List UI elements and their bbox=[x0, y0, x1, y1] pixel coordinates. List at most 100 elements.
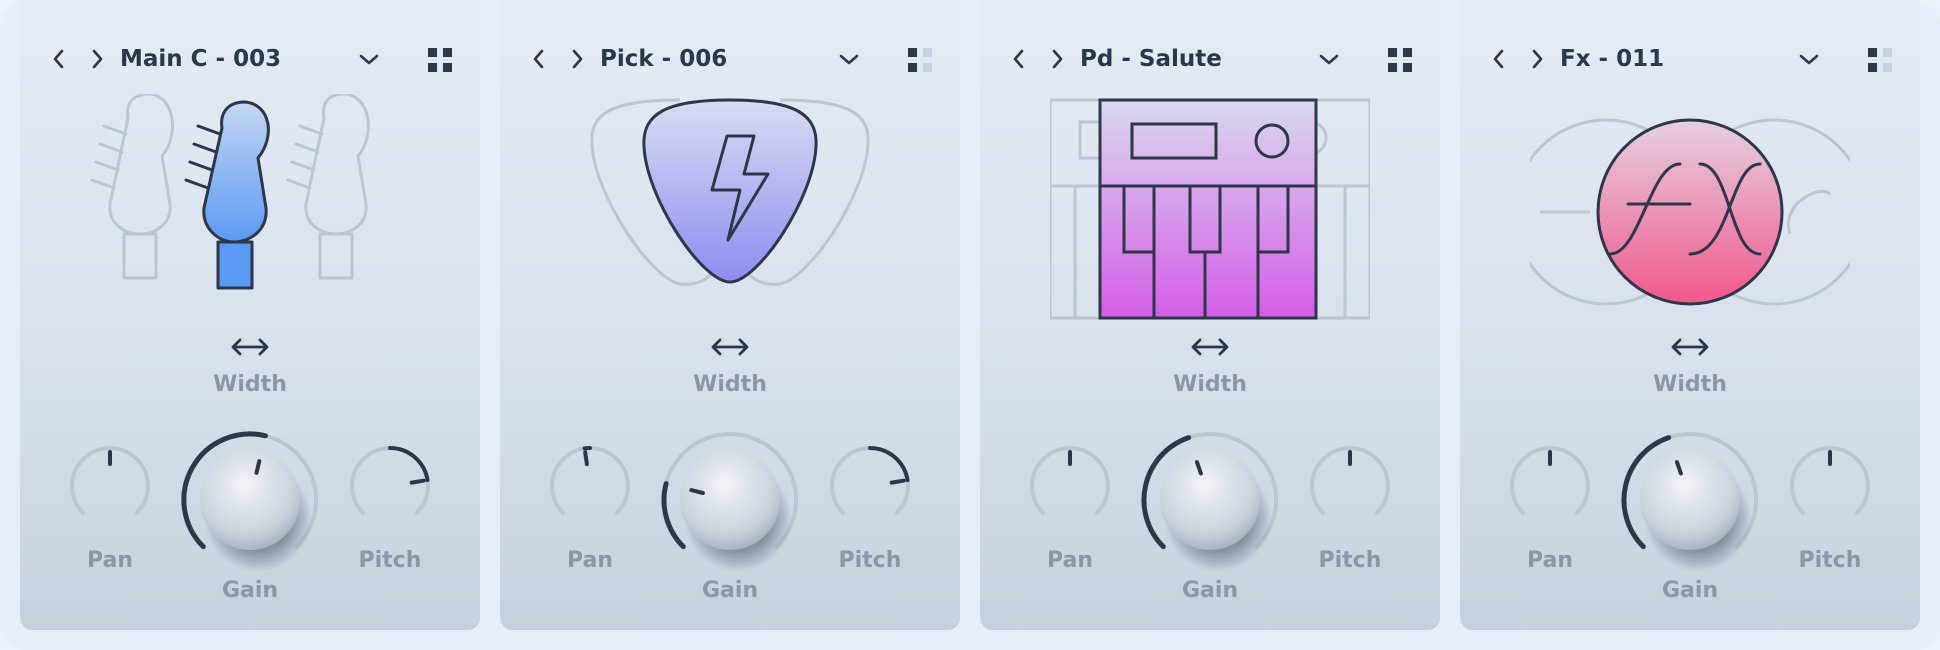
preset-dropdown-button[interactable] bbox=[354, 44, 384, 74]
pan-label: Pan bbox=[1526, 548, 1574, 573]
knob-dial-icon bbox=[1030, 446, 1110, 515]
next-preset-button[interactable] bbox=[1522, 44, 1552, 74]
instrument-panel-4: Fx - 011 Width Pan Gain Pitch bbox=[1460, 0, 1920, 630]
gain-dial-icon bbox=[1621, 432, 1758, 572]
gain-label: Gain bbox=[1181, 578, 1239, 603]
instrument-panel-1: Main C - 003 Width Pan Gain Pitch bbox=[20, 0, 480, 630]
chevron-left-icon bbox=[533, 49, 544, 69]
instrument-panels: Main C - 003 Width Pan Gain Pitch Pick -… bbox=[20, 0, 1920, 630]
pitch-knob[interactable] bbox=[1780, 436, 1880, 536]
width-control[interactable]: Width bbox=[200, 334, 300, 404]
pan-label: Pan bbox=[1046, 548, 1094, 573]
preset-name[interactable]: Pd - Salute bbox=[1080, 44, 1222, 74]
grid-view-button[interactable] bbox=[1386, 46, 1414, 74]
pan-label: Pan bbox=[566, 548, 614, 573]
width-label: Width bbox=[693, 372, 767, 397]
grid-view-button[interactable] bbox=[426, 46, 454, 74]
next-preset-button[interactable] bbox=[562, 44, 592, 74]
next-preset-button[interactable] bbox=[82, 44, 112, 74]
grid-view-button[interactable] bbox=[906, 46, 934, 74]
width-arrows-icon bbox=[1191, 338, 1229, 356]
pitch-label: Pitch bbox=[1798, 548, 1862, 573]
prev-preset-button[interactable] bbox=[1484, 44, 1514, 74]
pitch-knob[interactable] bbox=[1300, 436, 1400, 536]
pan-knob[interactable] bbox=[60, 436, 160, 536]
gain-dial-icon bbox=[181, 431, 318, 572]
preset-name[interactable]: Pick - 006 bbox=[600, 44, 727, 74]
pan-knob[interactable] bbox=[1500, 436, 1600, 536]
width-arrows-icon bbox=[231, 338, 269, 356]
chevron-down-icon bbox=[359, 54, 379, 65]
pan-knob[interactable] bbox=[540, 436, 640, 536]
pan-label: Pan bbox=[86, 548, 134, 573]
pitch-label: Pitch bbox=[1318, 548, 1382, 573]
instrument-panel-3: Pd - Salute Width Pan Gain Pitch bbox=[980, 0, 1440, 630]
gain-label: Gain bbox=[221, 578, 279, 603]
panel-header: Main C - 003 bbox=[20, 38, 480, 80]
next-preset-button[interactable] bbox=[1042, 44, 1072, 74]
gain-knob[interactable] bbox=[1610, 420, 1770, 580]
gain-dial-icon bbox=[1141, 432, 1278, 572]
knob-dial-icon bbox=[350, 446, 430, 515]
sampler-app: Main C - 003 Width Pan Gain Pitch Pick -… bbox=[0, 0, 1940, 650]
width-label: Width bbox=[1653, 372, 1727, 397]
chevron-left-icon bbox=[1493, 49, 1504, 69]
chevron-right-icon bbox=[572, 49, 583, 69]
chevron-right-icon bbox=[92, 49, 103, 69]
grid-icon bbox=[1388, 48, 1412, 72]
grid-icon bbox=[428, 48, 452, 72]
knob-dial-icon bbox=[1790, 446, 1870, 515]
chevron-left-icon bbox=[1013, 49, 1024, 69]
chevron-down-icon bbox=[1319, 54, 1339, 65]
pitch-knob[interactable] bbox=[820, 436, 920, 536]
preset-name[interactable]: Main C - 003 bbox=[120, 44, 281, 74]
width-control[interactable]: Width bbox=[680, 334, 780, 404]
knob-dial-icon bbox=[830, 446, 910, 515]
knob-dial-icon bbox=[550, 446, 630, 515]
chevron-down-icon bbox=[839, 54, 859, 65]
grid-view-button[interactable] bbox=[1866, 46, 1894, 74]
fx-effect-icon bbox=[1512, 118, 1868, 306]
width-arrows-icon bbox=[711, 338, 749, 356]
prev-preset-button[interactable] bbox=[44, 44, 74, 74]
gain-knob[interactable] bbox=[650, 420, 810, 580]
instrument-illustration bbox=[90, 92, 410, 324]
panel-header: Pick - 006 bbox=[500, 38, 960, 80]
knob-dial-icon bbox=[1310, 446, 1390, 515]
grid-icon bbox=[1868, 48, 1892, 72]
gain-label: Gain bbox=[1661, 578, 1719, 603]
instrument-illustration bbox=[570, 94, 890, 324]
width-label: Width bbox=[213, 372, 287, 397]
prev-preset-button[interactable] bbox=[524, 44, 554, 74]
guitar-headstocks-icon bbox=[90, 92, 370, 290]
chevron-right-icon bbox=[1052, 49, 1063, 69]
width-control[interactable]: Width bbox=[1640, 334, 1740, 404]
prev-preset-button[interactable] bbox=[1004, 44, 1034, 74]
gain-knob[interactable] bbox=[1130, 420, 1290, 580]
instrument-panel-2: Pick - 006 Width Pan Gain Pitch bbox=[500, 0, 960, 630]
width-label: Width bbox=[1173, 372, 1247, 397]
width-control[interactable]: Width bbox=[1160, 334, 1260, 404]
gain-dial-icon bbox=[661, 432, 798, 572]
preset-dropdown-button[interactable] bbox=[1794, 44, 1824, 74]
pan-knob[interactable] bbox=[1020, 436, 1120, 536]
chevron-right-icon bbox=[1532, 49, 1543, 69]
panel-header: Fx - 011 bbox=[1460, 38, 1920, 80]
gain-knob[interactable] bbox=[170, 420, 330, 580]
chevron-down-icon bbox=[1799, 54, 1819, 65]
instrument-illustration bbox=[1512, 94, 1868, 324]
preset-dropdown-button[interactable] bbox=[1314, 44, 1344, 74]
gain-label: Gain bbox=[701, 578, 759, 603]
preset-name[interactable]: Fx - 011 bbox=[1560, 44, 1664, 74]
instrument-illustration bbox=[1048, 94, 1372, 324]
chevron-left-icon bbox=[53, 49, 64, 69]
pitch-label: Pitch bbox=[838, 548, 902, 573]
pitch-knob[interactable] bbox=[340, 436, 440, 536]
knob-dial-icon bbox=[70, 446, 150, 515]
guitar-pick-icon bbox=[590, 98, 870, 286]
width-arrows-icon bbox=[1671, 338, 1709, 356]
pitch-label: Pitch bbox=[358, 548, 422, 573]
synth-keyboard-icon bbox=[1048, 98, 1372, 320]
preset-dropdown-button[interactable] bbox=[834, 44, 864, 74]
grid-icon bbox=[908, 48, 932, 72]
